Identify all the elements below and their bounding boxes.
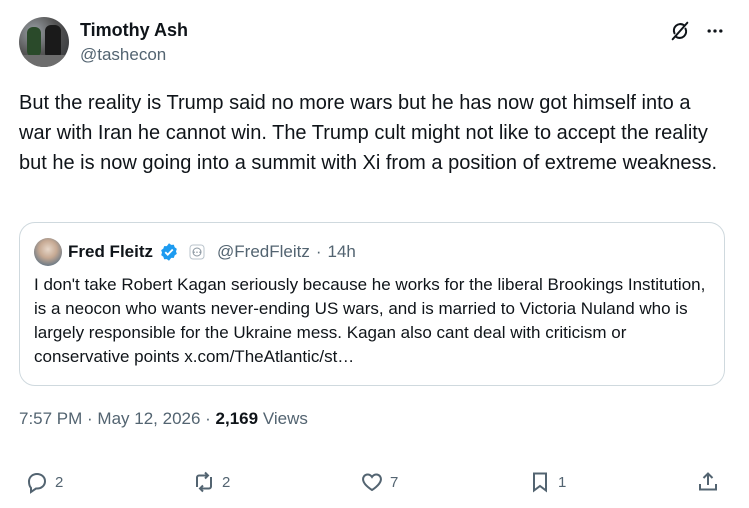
author-avatar[interactable] [19,17,69,67]
tweet-timestamp: 7:57 PM · May 12, 2026 · 2,169 Views [19,409,308,429]
views-label: Views [258,409,308,428]
reply-button[interactable]: 2 [25,470,63,494]
share-button[interactable] [696,470,720,494]
tweet-text: But the reality is Trump said no more wa… [19,92,718,174]
tweet-actions: 2 2 7 1 [0,466,749,502]
more-icon[interactable] [705,21,725,41]
like-count: 7 [390,473,399,491]
like-button[interactable]: 7 [360,470,398,494]
avatar-figure [27,27,41,57]
quoted-text: I don't take Robert Kagan seriously beca… [34,275,706,366]
quoted-author-name[interactable]: Fred Fleitz [68,242,153,262]
bookmark-icon [528,470,552,494]
tweet-top-actions [669,20,725,42]
tweet-time[interactable]: 7:57 PM · May 12, 2026 · [19,409,216,428]
affiliate-badge-icon: ••• [189,244,205,260]
like-icon [360,470,384,494]
grok-icon[interactable] [669,20,691,42]
author-name[interactable]: Timothy Ash [80,20,188,41]
views-count: 2,169 [215,409,259,428]
verified-badge-icon [159,242,179,262]
quoted-age[interactable]: 14h [328,242,356,262]
quoted-separator: · [315,242,322,261]
repost-icon [192,470,216,494]
repost-count: 2 [222,473,231,491]
reply-count: 2 [55,473,64,491]
quoted-author-handle[interactable]: @FredFleitz [217,242,310,262]
quoted-avatar[interactable] [34,238,62,266]
quoted-header: Fred Fleitz ••• @FredFleitz · 14h [34,238,356,266]
share-icon [696,470,720,494]
avatar-figure [45,25,61,59]
bookmark-button[interactable]: 1 [528,470,566,494]
repost-button[interactable]: 2 [192,470,230,494]
quoted-tweet[interactable]: Fred Fleitz ••• @FredFleitz · 14h I don'… [19,222,725,386]
svg-text:•••: ••• [193,250,202,256]
bookmark-count: 1 [558,473,567,491]
reply-icon [25,470,49,494]
author-handle[interactable]: @tashecon [80,45,166,65]
avatar-ground [19,55,69,67]
